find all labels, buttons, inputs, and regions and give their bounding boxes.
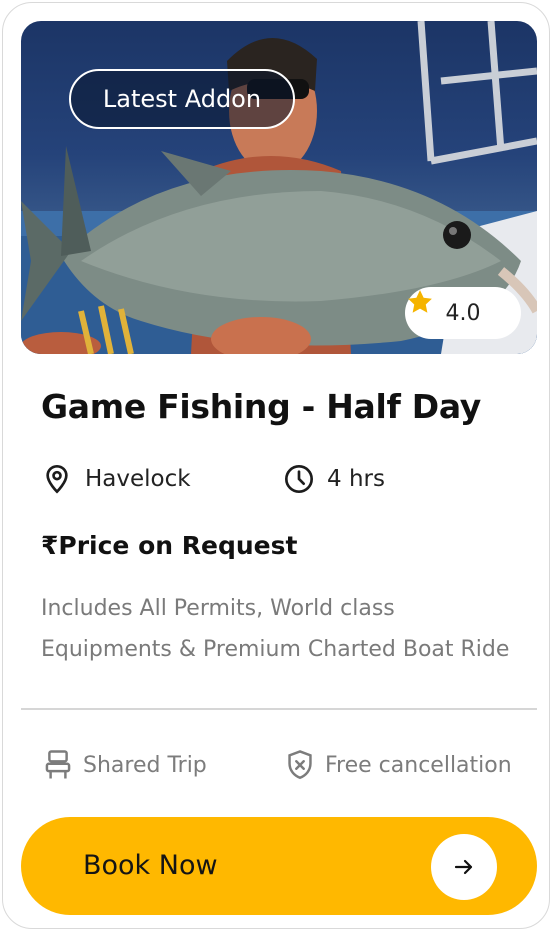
free-cancellation-feature: Free cancellation bbox=[285, 745, 512, 785]
experience-card[interactable]: Latest Addon 4.0 Game Fishing - Half Day… bbox=[2, 2, 550, 929]
location-pin-icon bbox=[46, 464, 68, 494]
duration-text: 4 hrs bbox=[327, 466, 385, 492]
shared-trip-text: Shared Trip bbox=[83, 752, 207, 778]
shared-trip-feature: Shared Trip bbox=[43, 745, 207, 785]
arrow-button[interactable] bbox=[431, 834, 497, 900]
free-cancellation-text: Free cancellation bbox=[325, 752, 512, 778]
price-label: ₹Price on Request bbox=[41, 531, 298, 560]
latest-addon-badge: Latest Addon bbox=[69, 69, 295, 129]
clock-icon bbox=[285, 465, 313, 493]
location-info: Havelock bbox=[41, 459, 191, 499]
description-text: Includes All Permits, World class Equipm… bbox=[41, 596, 510, 662]
hero-image: Latest Addon 4.0 bbox=[21, 21, 537, 354]
location-text: Havelock bbox=[85, 466, 191, 492]
book-now-button[interactable]: Book Now bbox=[21, 817, 537, 915]
book-now-label: Book Now bbox=[83, 850, 218, 881]
seat-icon bbox=[45, 750, 71, 779]
shield-x-icon bbox=[288, 750, 312, 780]
rating-value: 4.0 bbox=[445, 300, 481, 326]
duration-info: 4 hrs bbox=[283, 459, 385, 499]
star-icon bbox=[408, 290, 432, 313]
rating-badge: 4.0 bbox=[405, 287, 521, 339]
experience-title: Game Fishing - Half Day bbox=[41, 387, 482, 426]
arrow-right-icon bbox=[454, 859, 473, 875]
divider bbox=[21, 708, 537, 710]
